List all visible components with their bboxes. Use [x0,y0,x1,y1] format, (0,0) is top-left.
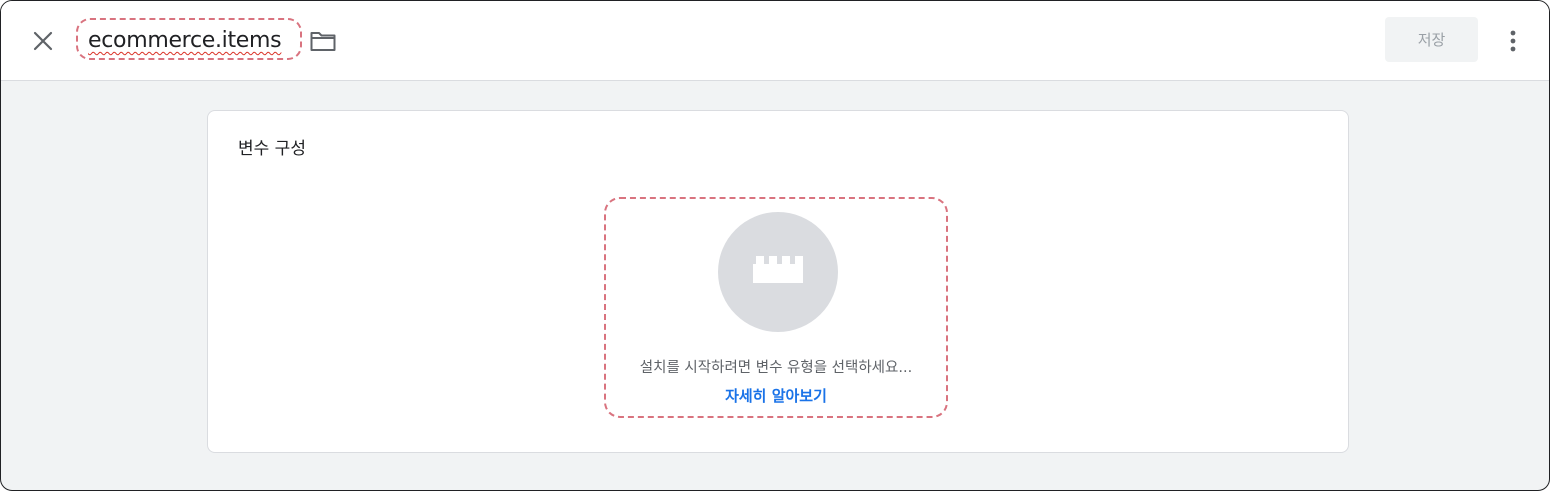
variable-name-field[interactable]: ecommerce.items [76,18,302,60]
variable-type-placeholder [718,212,838,332]
editor-header: ecommerce.items 저장 [1,1,1549,81]
variable-editor-window: ecommerce.items 저장 변수 구성 설치를 시작하려면 변수 유형… [0,0,1550,491]
folder-button[interactable] [309,29,337,53]
card-title: 변수 구성 [238,139,306,159]
variable-name: ecommerce.items [88,28,282,53]
variable-configuration-card: 변수 구성 설치를 시작하려면 변수 유형을 선택하세요... 자세히 알아보기 [207,110,1349,453]
picker-hint: 설치를 시작하려면 변수 유형을 선택하세요... [639,360,913,376]
variable-type-picker[interactable]: 설치를 시작하려면 변수 유형을 선택하세요... 자세히 알아보기 [604,197,948,418]
more-vert-icon [1510,30,1516,52]
close-icon [33,31,53,51]
learn-more-link[interactable]: 자세히 알아보기 [606,385,946,406]
folder-icon [310,32,336,51]
save-button[interactable]: 저장 [1385,17,1478,62]
more-options-button[interactable] [1501,25,1525,57]
close-button[interactable] [27,25,59,57]
brick-icon [753,256,803,283]
